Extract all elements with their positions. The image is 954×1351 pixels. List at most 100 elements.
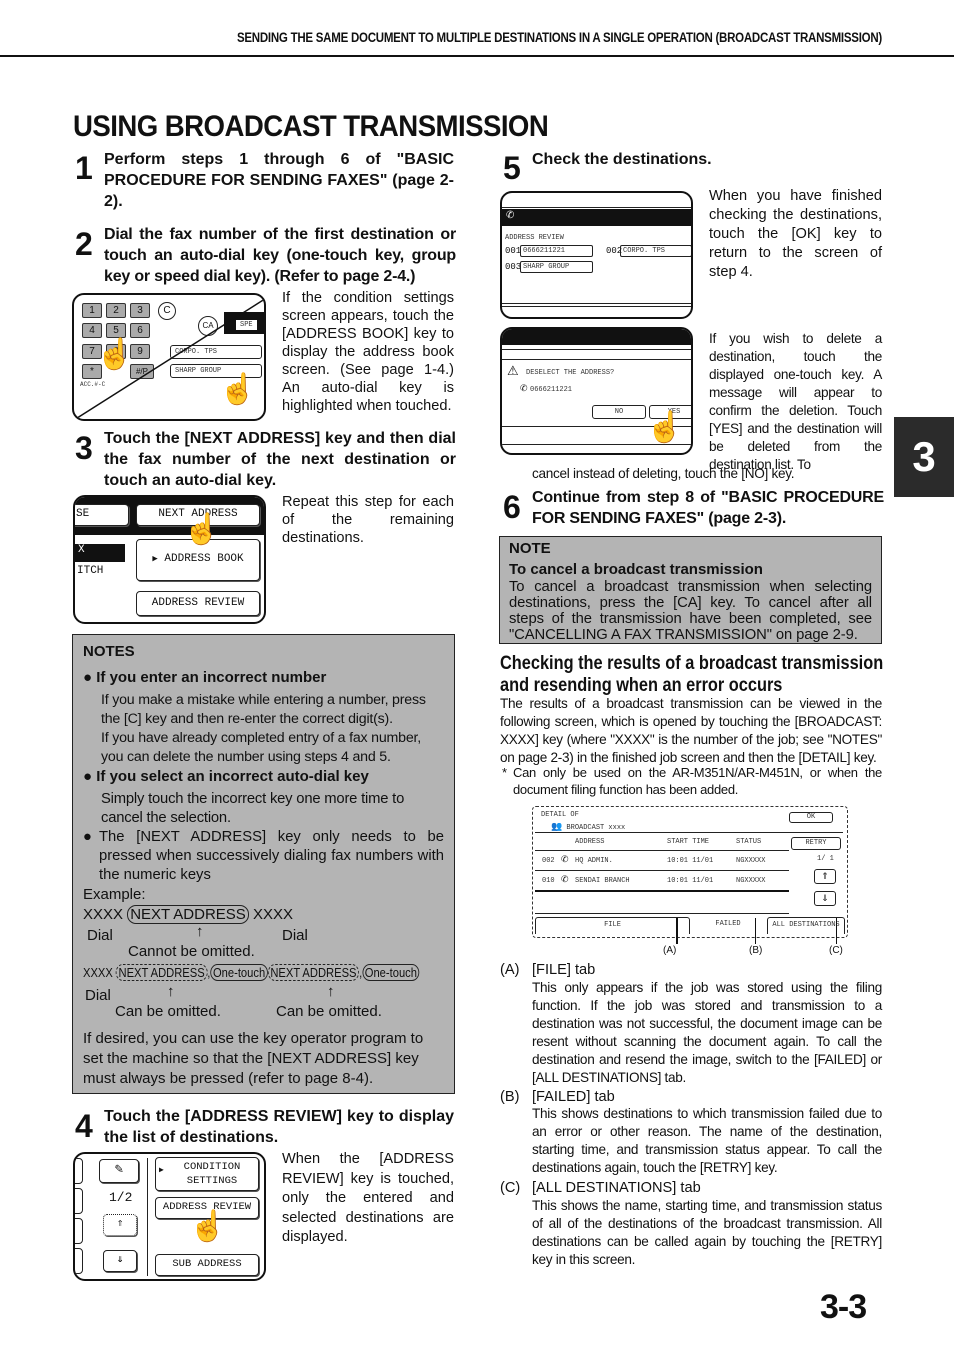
step-5-delete-description-cont: cancel instead of deleting, touch the [N… [532,466,795,481]
warning-icon: ⚠ [507,363,519,378]
hand-pointer-icon: ☝ [646,411,684,444]
hand-pointer-icon: ☝ [189,1210,227,1243]
step-5-number: 5 [503,150,521,186]
note-subtitle: To cancel a broadcast transmission [509,561,763,578]
footnote-mark: * [502,765,508,780]
page-number: 3-3 [820,1288,867,1326]
callout-line-b [755,918,756,944]
step-6-text: Continue from step 8 of "BASIC PROCEDURE… [532,489,884,527]
step-1-text: Perform steps 1 through 6 of "BASIC PROC… [104,151,454,210]
example-label: Example: [83,886,146,903]
destination-key-001[interactable]: 0666211221 [520,245,593,257]
entry-number: 001 [505,246,522,256]
note-1-paragraph-1: If you make a mistake while entering a n… [101,692,426,727]
scroll-up-icon: ⇑ [103,1214,137,1236]
notes-box: NOTES ● If you enter an incorrect number… [72,634,455,1094]
bullet-icon: ● [83,829,92,845]
row-number: 002 [542,857,555,865]
column-header-address: ADDRESS [575,838,605,846]
column-header-status: STATUS [736,838,762,846]
broadcast-detail-screen: DETAIL OF 👥 BROADCAST xxxx OK ADDRESS ST… [532,806,848,938]
callout-line-c [836,918,837,944]
edit-document-icon: ✎ [99,1159,139,1183]
note-text: To cancel a broadcast transmission when … [509,579,872,643]
notes-title: NOTES [83,643,135,660]
section-heading-line-1: Checking the results of a broadcast tran… [500,653,884,674]
item-a-text: This only appears if the job was stored … [532,980,882,1085]
panel-divider [147,1158,148,1276]
scroll-up-button[interactable]: ⇑ [814,869,836,884]
no-button[interactable]: NO [592,405,646,419]
dial-placeholder: XXXX [83,965,113,980]
step-2-number: 2 [75,226,93,262]
callout-line-a [676,918,678,944]
phone-icon: ✆ [561,874,569,884]
running-head: SENDING THE SAME DOCUMENT TO MULTIPLE DE… [236,30,883,45]
note-2-paragraph: Simply touch the incorrect key one more … [101,791,405,826]
hand-pointer-icon: ☝ [219,373,257,406]
dial-label: Dial [87,927,113,944]
next-address-pill: NEXT ADDRESS [127,905,249,924]
side-key [75,1248,83,1274]
chapter-tab: 3 [894,417,954,497]
phone-icon: ✆ [561,854,569,864]
dial-placeholder: XXXX [83,906,124,923]
detail-title: DETAIL OF [541,811,579,819]
destination-key-002[interactable]: CORPO. TPS [620,245,691,257]
side-key [75,1218,83,1244]
one-touch-pill: One-touch [362,964,420,981]
note-1-heading: If you enter an incorrect number [96,669,327,686]
up-arrow-icon: ↑ [196,923,204,940]
tab-all-destinations[interactable]: ALL DESTINATIONS [767,917,845,934]
section-intro: The results of a broadcast transmission … [500,696,882,765]
entry-number: 003 [505,262,522,272]
hand-pointer-icon: ☝ [183,513,221,546]
scroll-down-button[interactable]: ⇓ [814,891,836,906]
bullet-icon: ● [83,669,93,686]
example-2-sequence: XXXX NEXT ADDRESS, One-touch NEXT ADDRESS,… [83,963,420,983]
triangle-icon: ▶ [159,1166,164,1175]
retry-button[interactable]: RETRY [791,837,841,850]
callout-b: (B) [749,945,763,956]
step-5-delete-description: If you wish to delete a destination, tou… [709,331,882,472]
step-6-number: 6 [503,489,521,525]
destination-key-003[interactable]: SHARP GROUP [520,261,593,273]
can-be-omitted-label: Can be omitted. [276,1003,382,1020]
step-5-text: Check the destinations. [532,151,712,168]
step-4-number: 4 [75,1108,93,1144]
detail-subtitle: 👥 BROADCAST xxxx [551,822,625,832]
item-b-title: [FAILED] tab [532,1089,615,1105]
ok-button[interactable]: OK [789,812,833,823]
step-2-text: Dial the fax number of the first destina… [104,226,456,285]
page-indicator: 1/2 [109,1190,133,1205]
item-b-label: (B) [500,1089,520,1105]
step-3-number: 3 [75,430,93,466]
item-a-label: (A) [500,962,520,978]
note-2-heading: If you select an incorrect auto-dial key [96,768,369,785]
keypad-illustration: 1 2 3 4 5 6 7 8 9 * #/P ACC.#-C C CA SPE… [72,293,266,421]
row-time: 10:01 11/01 [667,857,714,865]
dial-label: Dial [282,927,308,944]
column-header-start-time: START TIME [667,838,710,846]
row-status: NGXXXXX [736,877,766,885]
header-divider [0,55,954,57]
item-a-title: [FILE] tab [532,962,596,978]
dial-placeholder: XXXX [252,906,293,923]
triangle-icon: ▶ [152,554,158,564]
address-review-key: ADDRESS REVIEW [136,591,260,616]
side-key [75,1158,83,1184]
note-1-paragraph-2: If you have already completed entry of a… [101,730,422,765]
step-5-description: When you have finished checking the dest… [709,188,882,280]
tab-file[interactable]: FILE [535,917,690,934]
group-icon: 👥 [551,822,563,832]
up-arrow-icon: ↑ [167,983,175,1000]
left-partial-key: SE [75,504,129,526]
switch-partial-label: ITCH [77,565,104,577]
callout-a: (A) [663,945,677,956]
row-time: 10:01 11/01 [667,877,714,885]
step-1-number: 1 [75,150,93,186]
dial-label: Dial [85,987,111,1004]
step-4-description: When the [ADDRESS REVIEW] key is touched… [282,1151,454,1245]
condition-settings-key: ▶ CONDITION SETTINGS [155,1157,259,1191]
phone-icon: ✆ [506,210,515,221]
